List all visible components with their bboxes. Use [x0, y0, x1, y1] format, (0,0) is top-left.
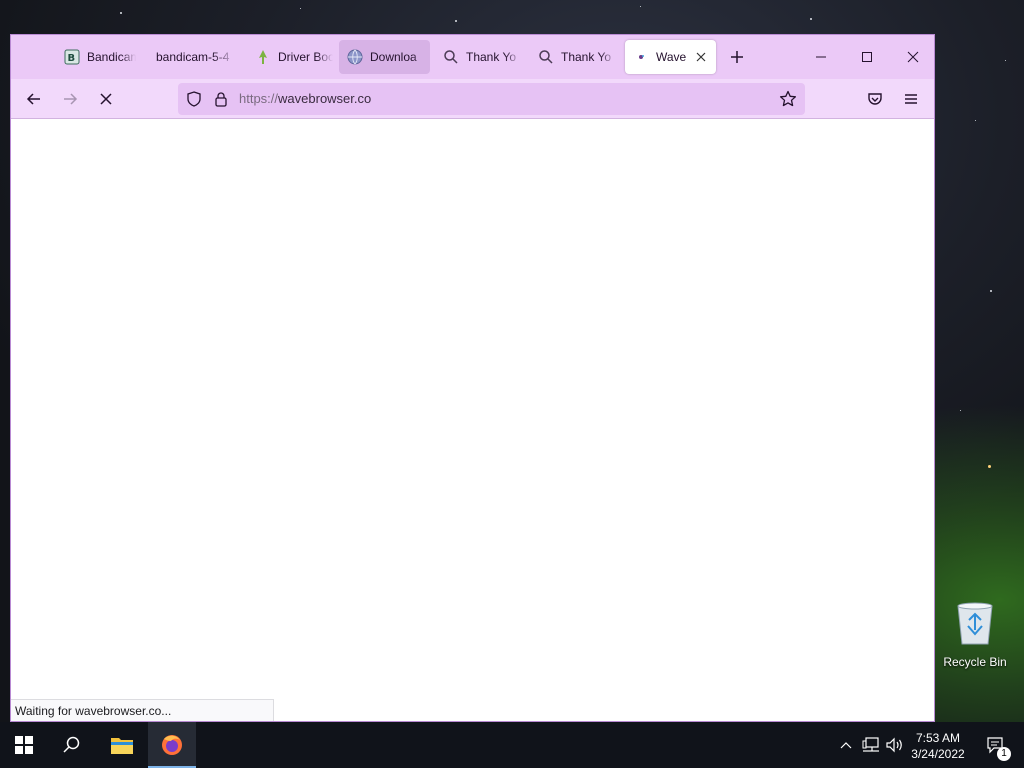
driver-booster-icon	[255, 49, 271, 65]
action-center-button[interactable]: 1	[978, 722, 1014, 768]
arrow-right-icon	[64, 93, 78, 105]
tab-bandicam[interactable]: B Bandicam	[56, 40, 136, 74]
globe-icon	[347, 49, 363, 65]
page-content	[11, 120, 934, 721]
new-tab-button[interactable]	[723, 43, 751, 71]
clock[interactable]: 7:53 AM 3/24/2022	[905, 730, 971, 762]
navigation-toolbar: https://wavebrowser.co	[11, 79, 934, 119]
tab-wave[interactable]: Wave	[625, 40, 716, 74]
back-button[interactable]	[19, 84, 49, 114]
recycle-bin[interactable]: Recycle Bin	[940, 600, 1010, 669]
start-button[interactable]	[0, 722, 48, 768]
volume-button[interactable]	[884, 722, 906, 768]
clock-date: 3/24/2022	[911, 747, 965, 761]
lock-icon[interactable]	[214, 91, 228, 112]
pocket-icon	[868, 93, 882, 105]
tab-download[interactable]: Downloa	[339, 40, 430, 74]
taskbar: 7:53 AM 3/24/2022 1	[0, 722, 1024, 768]
tab-label: Thank Yo	[466, 50, 517, 64]
tab-label: Downloa	[370, 50, 417, 64]
shield-icon[interactable]	[186, 91, 202, 112]
tab-label: bandicam-5-4	[156, 50, 230, 64]
tab-driver-booster[interactable]: Driver Boo	[247, 40, 333, 74]
folder-icon	[111, 738, 133, 754]
svg-text:B: B	[68, 53, 76, 64]
status-bar: Waiting for wavebrowser.co...	[11, 699, 274, 721]
recycle-bin-label: Recycle Bin	[943, 655, 1007, 669]
plus-icon	[731, 51, 743, 63]
network-icon	[862, 737, 879, 752]
minimize-button[interactable]	[798, 35, 844, 79]
hamburger-menu-icon	[905, 94, 917, 104]
search-icon	[538, 49, 554, 65]
pocket-button[interactable]	[860, 84, 890, 114]
chevron-up-icon	[840, 742, 852, 749]
tab-label: Bandicam	[87, 50, 136, 64]
bandicam-icon: B	[64, 49, 80, 65]
arrow-left-icon	[26, 93, 40, 105]
url-protocol: https://	[239, 91, 279, 106]
tab-bandicam-download[interactable]: bandicam-5-4	[148, 40, 236, 74]
tab-thank-you-1[interactable]: Thank Yo	[435, 40, 521, 74]
windows-logo-icon	[15, 736, 33, 754]
firefox-icon	[162, 735, 182, 755]
minimize-icon	[816, 56, 826, 58]
tab-label: Thank Yo	[561, 50, 612, 64]
clock-time: 7:53 AM	[915, 731, 961, 745]
browser-window: B Bandicam bandicam-5-4 Driver Boo Downl…	[10, 34, 935, 722]
forward-button[interactable]	[55, 84, 85, 114]
bookmark-star-icon[interactable]	[779, 90, 797, 113]
notification-count-badge: 1	[997, 747, 1011, 761]
close-window-button[interactable]	[890, 35, 934, 79]
file-explorer-button[interactable]	[98, 722, 146, 768]
firefox-taskbar-button[interactable]	[148, 722, 196, 768]
close-tab-icon[interactable]	[692, 48, 710, 66]
menu-button[interactable]	[896, 84, 926, 114]
search-icon	[443, 49, 459, 65]
tab-bar: B Bandicam bandicam-5-4 Driver Boo Downl…	[11, 35, 934, 79]
maximize-icon	[862, 52, 872, 62]
url-bar[interactable]: https://wavebrowser.co	[178, 83, 805, 115]
network-button[interactable]	[860, 722, 882, 768]
stop-loading-button[interactable]	[91, 84, 121, 114]
url-host: wavebrowser.co	[278, 91, 372, 106]
wave-icon	[633, 49, 649, 65]
recycle-bin-icon	[957, 602, 993, 645]
close-icon	[907, 51, 919, 63]
tab-thank-you-2[interactable]: Thank Yo	[530, 40, 616, 74]
url-text[interactable]: https://wavebrowser.co	[239, 91, 371, 106]
stop-icon	[100, 93, 112, 105]
search-icon	[63, 736, 80, 753]
show-hidden-icons-button[interactable]	[836, 722, 856, 768]
speaker-icon	[886, 737, 902, 753]
tab-label: Wave	[656, 50, 687, 64]
search-button[interactable]	[48, 722, 96, 768]
maximize-button[interactable]	[844, 35, 890, 79]
tab-label: Driver Boo	[278, 50, 333, 64]
